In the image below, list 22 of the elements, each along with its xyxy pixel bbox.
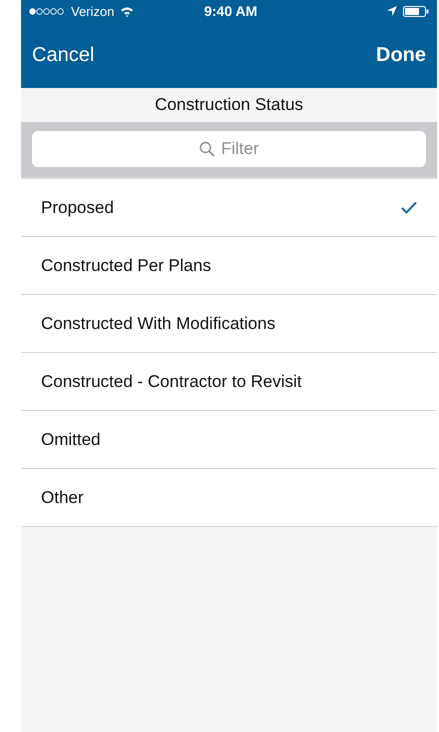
option-label: Omitted — [41, 430, 101, 450]
search-icon — [199, 141, 215, 157]
option-label: Other — [41, 488, 84, 508]
option-label: Proposed — [41, 198, 114, 218]
location-icon — [387, 6, 397, 16]
option-label: Constructed Per Plans — [41, 256, 212, 276]
status-time: 9:40 AM — [203, 3, 258, 19]
done-button[interactable]: Done — [376, 44, 426, 66]
filter-field[interactable]: Filter — [32, 131, 426, 167]
carrier-name: Verizon — [71, 4, 114, 18]
cancel-button[interactable]: Cancel — [32, 44, 94, 66]
option-row[interactable]: Constructed Per Plans — [21, 237, 437, 295]
option-label: Constructed - Contractor to Revisit — [41, 372, 302, 392]
option-row[interactable]: Omitted — [21, 411, 437, 469]
wifi-icon — [120, 6, 134, 16]
battery-icon — [403, 6, 429, 16]
option-row[interactable]: Constructed With Modifications — [21, 295, 437, 353]
option-row[interactable]: Proposed — [21, 179, 437, 237]
option-row[interactable]: Constructed - Contractor to Revisit — [21, 353, 437, 411]
signal-icon — [29, 8, 65, 14]
option-row[interactable]: Other — [21, 469, 437, 527]
option-label: Constructed With Modifications — [41, 314, 276, 334]
